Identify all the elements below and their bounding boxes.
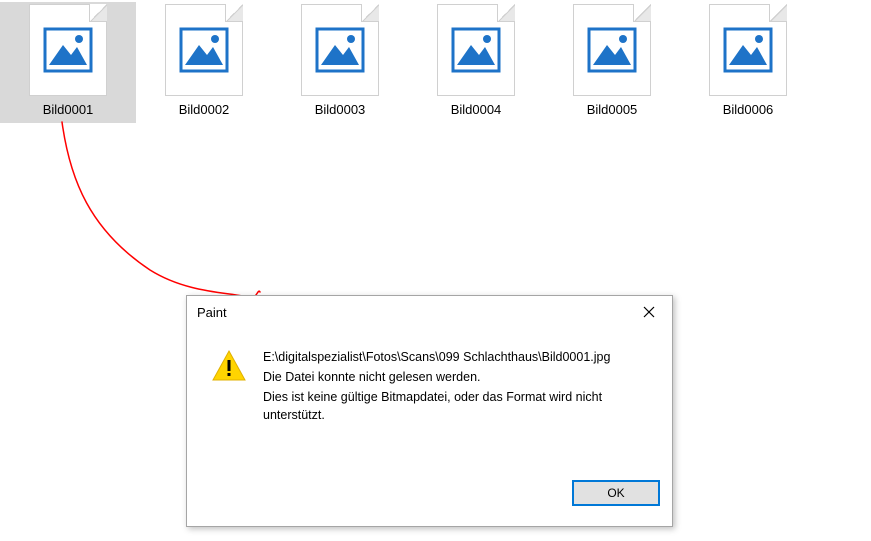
file-label: Bild0002 [179, 102, 230, 117]
file-item[interactable]: Bild0003 [272, 2, 408, 123]
message-path: E:\digitalspezialist\Fotos\Scans\099 Sch… [263, 348, 652, 367]
dialog-title: Paint [197, 305, 227, 320]
message-line: Die Datei konnte nicht gelesen werden. [263, 368, 652, 387]
close-button[interactable] [626, 297, 672, 327]
image-file-icon [165, 4, 243, 96]
file-item[interactable]: Bild0006 [680, 2, 816, 123]
image-file-icon [301, 4, 379, 96]
dialog-message: E:\digitalspezialist\Fotos\Scans\099 Sch… [263, 348, 652, 426]
warning-icon [211, 348, 247, 387]
error-dialog: Paint E:\digitalspezialist\Fotos\Scans\0… [186, 295, 673, 527]
file-label: Bild0004 [451, 102, 502, 117]
image-file-icon [29, 4, 107, 96]
file-item[interactable]: Bild0001 [0, 2, 136, 123]
annotation-arrow [60, 120, 320, 320]
ok-button[interactable]: OK [572, 480, 660, 506]
dialog-footer: OK [187, 480, 672, 526]
image-file-icon [573, 4, 651, 96]
file-list: Bild0001 Bild0002 Bild0003 [0, 0, 871, 123]
file-label: Bild0003 [315, 102, 366, 117]
image-file-icon [437, 4, 515, 96]
dialog-body: E:\digitalspezialist\Fotos\Scans\099 Sch… [187, 328, 672, 480]
file-item[interactable]: Bild0002 [136, 2, 272, 123]
file-label: Bild0001 [43, 102, 94, 117]
file-item[interactable]: Bild0004 [408, 2, 544, 123]
close-icon [643, 306, 655, 318]
dialog-titlebar[interactable]: Paint [187, 296, 672, 328]
file-label: Bild0005 [587, 102, 638, 117]
message-line: Dies ist keine gültige Bitmapdatei, oder… [263, 388, 652, 426]
file-label: Bild0006 [723, 102, 774, 117]
file-item[interactable]: Bild0005 [544, 2, 680, 123]
image-file-icon [709, 4, 787, 96]
